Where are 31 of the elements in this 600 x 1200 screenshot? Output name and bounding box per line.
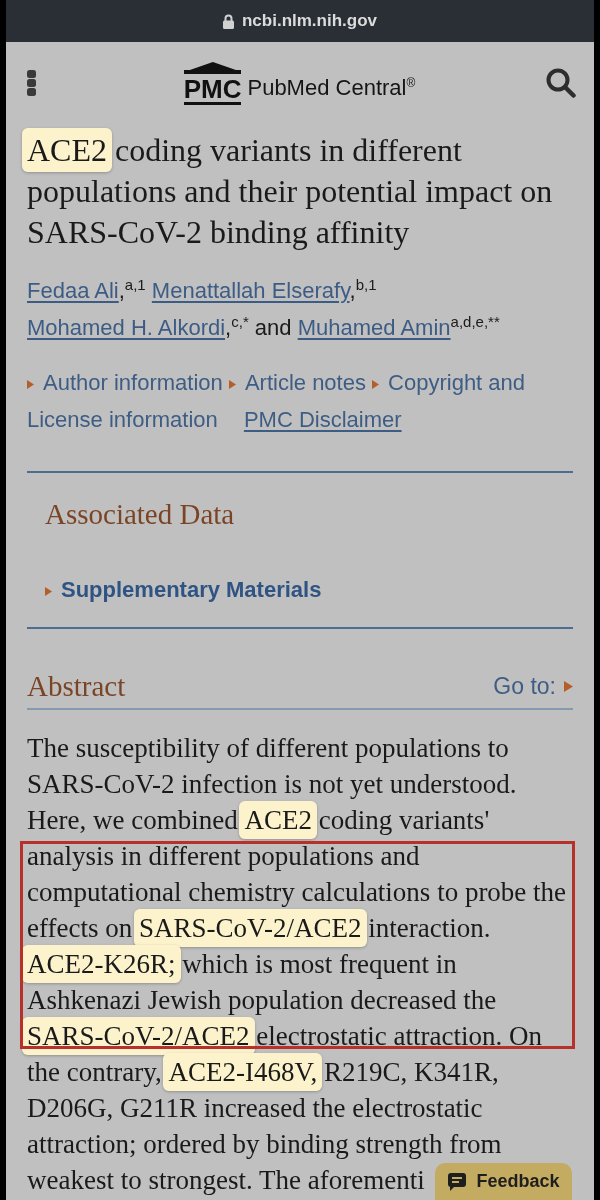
expand-link[interactable]: Article notes [228,370,366,395]
caret-icon [372,380,380,389]
affiliation-marks: ,$^{c,*}$ [225,315,249,340]
logo-mark[interactable]: PMC [183,61,242,105]
logo-text[interactable]: PubMed Central$^{®}$ [247,76,416,100]
caret-icon [564,680,573,692]
feedback-button[interactable]: Feedback [435,1163,572,1200]
conjunction-text: and [254,315,292,340]
author-link[interactable]: Fedaa Ali [27,278,119,303]
goto-link[interactable]: Go to: [493,672,573,700]
page-link[interactable]: PMC Disclaimer [243,407,402,432]
menu-icon[interactable] [27,70,37,96]
caret-icon [27,380,34,389]
caret-icon [45,587,52,596]
author-link[interactable]: Muhamed Amin [297,315,451,340]
author-link[interactable]: Menattallah Elserafy [151,278,350,303]
expand-link[interactable]: License information [27,407,218,432]
affiliation-marks: ,$^{a,1}$ [118,278,146,303]
article-title: ACE2 coding variants in different populations and their potential impact on SARS-CoV-2 binding affinity [19,126,581,253]
section-heading: Abstract [27,669,126,703]
author-link[interactable]: Mohamed H. Alkordi [27,315,226,340]
section-heading: Associated Data [45,497,236,531]
message-icon [447,1171,468,1192]
search-icon[interactable] [546,68,576,98]
affiliation-marks: a,d,e,** [450,315,500,330]
lock-icon [222,13,234,29]
address-bar[interactable]: ncbi.nlm.nih.gov [6,0,594,42]
expand-link[interactable]: Author information [27,370,223,395]
caret-icon [228,380,236,389]
expand-link[interactable]: Copyright and [372,370,526,395]
expand-link[interactable]: Supplementary Materials [45,577,322,602]
